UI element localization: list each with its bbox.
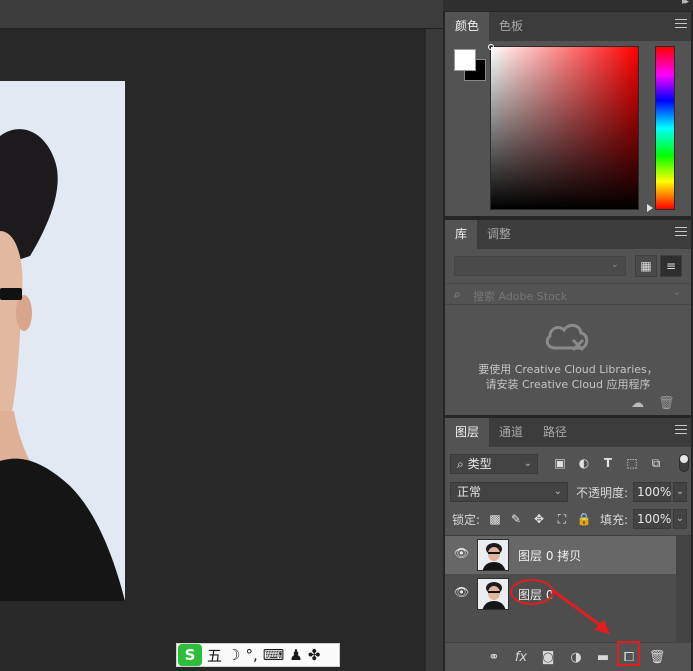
eye-icon[interactable]: 👁 [454,546,469,560]
chevron-down-icon: ⌄ [523,458,532,469]
trash-icon[interactable]: 🗑 [648,649,666,667]
library-select[interactable]: ⌄ [454,256,626,276]
panel-dock: ▸▸ 颜色 色板 库 调整 ⌄ ▦ ≡ ⌕ 搜索 Adobe Stock ⌄ 要… [443,0,693,671]
add-mask-icon[interactable]: ◙ [539,649,557,667]
lock-transparent-icon[interactable]: ▩ [487,511,503,527]
lock-label: 锁定: [452,513,481,527]
ime-toolbar[interactable]: S 五 ☽ °, ⌨ ♟ ✤ [176,643,340,667]
eye-icon[interactable]: 👁 [454,585,469,599]
apps-icon[interactable]: ✤ [308,646,321,664]
tab-layers[interactable]: 图层 [445,418,490,447]
fg-bg-swatches[interactable] [454,49,486,81]
layer-thumbnail [477,539,509,571]
panel-menu-icon[interactable] [675,227,687,239]
layer-filter-row: ⌕ 类型 ⌄ ▣ ◐ T ⬚ ⧉ [445,452,691,476]
hue-slider[interactable] [655,46,675,210]
fill-chevron-icon[interactable]: ⌄ [673,509,687,529]
creative-cloud-icon [545,324,589,352]
filter-kind-label: 类型 [467,457,492,471]
document-tab-bar [0,0,443,29]
chevron-down-icon: ⌄ [553,486,562,497]
filter-shape-icon[interactable]: ⬚ [623,454,641,472]
tab-paths[interactable]: 路径 [533,418,577,447]
libraries-message-line2: 请安装 Creative Cloud 应用程序 [485,378,651,391]
lock-position-icon[interactable]: ✥ [531,511,547,527]
libraries-panel: 库 调整 ⌄ ▦ ≡ ⌕ 搜索 Adobe Stock ⌄ 要使用 Creati… [445,220,691,415]
color-panel-tabbar: 颜色 色板 [445,12,691,41]
list-view-icon[interactable]: ≡ [660,255,682,277]
portrait-thumbnail-icon [478,579,508,609]
collapse-arrows-icon[interactable]: ▸▸ [682,0,689,7]
blend-mode-label: 正常 [457,485,482,499]
portrait-thumbnail-icon [478,540,508,570]
keyboard-icon[interactable]: ⌨ [263,646,285,664]
filter-pixel-icon[interactable]: ▣ [551,454,569,472]
ime-mode-label[interactable]: 五 [207,645,222,666]
document-canvas[interactable] [0,29,426,671]
lock-artboard-icon[interactable]: ⛶ [554,511,570,527]
hue-slider-marker[interactable] [647,204,653,212]
fx-icon[interactable]: fx [512,649,530,667]
blend-row: 正常 ⌄ 不透明度: 100% ⌄ [445,481,691,505]
tab-channels[interactable]: 通道 [489,418,533,447]
fill-input[interactable]: 100% [633,509,671,529]
libraries-panel-tabbar: 库 调整 [445,220,691,249]
punct-icon[interactable]: °, [245,646,257,664]
libraries-message: 要使用 Creative Cloud Libraries， 请安装 Creati… [445,362,691,392]
chevron-down-icon[interactable]: ⌄ [673,287,681,298]
panel-menu-icon[interactable] [675,19,687,31]
fill-label: 填充: [600,513,629,527]
library-search-placeholder: 搜索 Adobe Stock [473,290,568,303]
color-panel: 颜色 色板 [445,12,691,216]
filter-adjustment-icon[interactable]: ◐ [575,454,593,472]
search-icon: ⌕ [454,287,461,301]
filter-kind-select[interactable]: ⌕ 类型 ⌄ [450,454,538,474]
annotation-arrow-icon [551,588,610,634]
libraries-message-line1: 要使用 Creative Cloud Libraries， [478,363,658,376]
blend-mode-select[interactable]: 正常 ⌄ [450,482,568,502]
trash-icon[interactable]: 🗑 [658,396,675,411]
library-search[interactable]: ⌕ 搜索 Adobe Stock ⌄ [445,283,691,305]
layer-row[interactable]: 👁 图层 0 拷贝 [445,536,676,574]
canvas-vertical-scrollbar[interactable] [426,29,443,671]
portrait-photo [0,81,125,601]
color-picker-marker[interactable] [488,44,494,50]
layers-footer: ⚭ fx ◙ ◑ ▬ ⧠ 🗑 [445,642,691,671]
opacity-label: 不透明度: [576,486,629,500]
adjustment-layer-icon[interactable]: ◑ [567,649,585,667]
layer-name[interactable]: 图层 0 拷贝 [518,547,581,564]
cloud-sync-icon[interactable]: ☁ [631,396,644,411]
new-group-icon[interactable]: ▬ [594,649,612,667]
opacity-chevron-icon[interactable]: ⌄ [673,482,687,502]
opacity-input[interactable]: 100% [633,482,671,502]
annotation-box [617,641,640,666]
lock-row: 锁定: ▩ ✎ ✥ ⛶ 🔒 填充: 100% ⌄ [445,508,691,532]
panel-menu-icon[interactable] [675,425,687,437]
link-layers-icon[interactable]: ⚭ [485,649,503,667]
filter-type-icon[interactable]: T [599,454,617,472]
lock-image-icon[interactable]: ✎ [508,511,524,527]
foreground-color-swatch[interactable] [454,49,476,71]
portrait-image [0,81,125,601]
chevron-down-icon: ⌄ [610,259,619,270]
layers-panel-tabbar: 图层 通道 路径 [445,418,691,447]
layer-thumbnail [477,578,509,610]
dock-collapse-strip[interactable]: ▸▸ [443,0,693,11]
tab-adjustments[interactable]: 调整 [477,220,521,249]
filter-toggle[interactable] [679,454,689,472]
user-icon[interactable]: ♟ [289,646,302,664]
tab-swatches[interactable]: 色板 [489,12,533,41]
search-icon: ⌕ [457,457,464,471]
grid-view-icon[interactable]: ▦ [635,255,657,277]
tab-color[interactable]: 颜色 [445,12,490,41]
layer-list-scrollbar[interactable] [676,536,691,644]
filter-smart-object-icon[interactable]: ⧉ [647,454,665,472]
ime-logo[interactable]: S [178,644,202,666]
saturation-brightness-field[interactable] [490,46,639,210]
tab-libraries[interactable]: 库 [445,220,478,249]
lock-all-icon[interactable]: 🔒 [576,511,592,527]
moon-icon[interactable]: ☽ [227,646,240,664]
